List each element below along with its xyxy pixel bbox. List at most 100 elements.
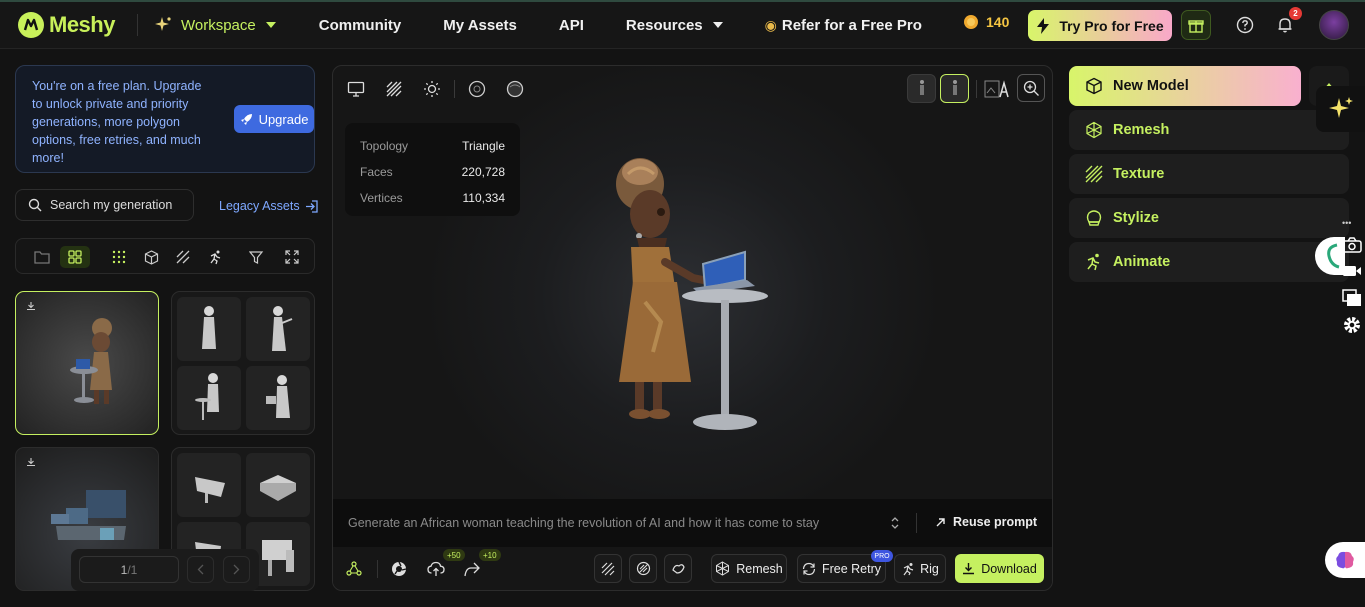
variant-thumbnail[interactable] [246, 366, 310, 430]
filter-animate-button[interactable] [204, 246, 226, 268]
aperture-icon [392, 561, 407, 576]
gift-button[interactable] [1181, 10, 1211, 40]
chevron-down-icon [265, 22, 276, 28]
nav-api[interactable]: API [559, 17, 584, 34]
nav-resources-label: Resources [625, 16, 703, 34]
filter-all-button[interactable] [108, 246, 130, 268]
share-icon [464, 562, 480, 576]
statue-icon [195, 373, 219, 420]
notification-badge: 2 [1289, 7, 1302, 20]
filter-options-button[interactable] [245, 246, 267, 268]
viewer-action-bar: +50 +10 Remesh Free Retry PRO Rig Downlo… [333, 547, 1052, 590]
variant-thumbnail[interactable] [246, 453, 310, 517]
reuse-prompt-button[interactable]: Reuse prompt [935, 515, 1037, 529]
texture-action-button[interactable] [594, 554, 622, 583]
pro-badge: PRO [871, 550, 893, 562]
chevron-left-icon [197, 564, 204, 575]
grid-view-button[interactable] [60, 246, 90, 268]
screenshot-button[interactable] [1340, 234, 1364, 256]
nav-community[interactable]: Community [319, 17, 402, 34]
display-mode-button[interactable] [344, 77, 368, 101]
download-button[interactable]: Download [955, 554, 1044, 583]
stylize-tool-label: Stylize [1113, 210, 1159, 226]
retry-icon [802, 562, 816, 575]
texture-tool-button[interactable]: Texture [1069, 154, 1349, 194]
side-toolbar-dots: ••• [1342, 218, 1352, 228]
assistant-brain-button[interactable] [1325, 542, 1365, 578]
community-share-button[interactable] [388, 558, 410, 580]
credits-display[interactable]: 140 [963, 14, 1009, 30]
download-label: Download [981, 561, 1037, 576]
animate-tool-button[interactable]: Animate [1069, 242, 1349, 282]
nav-my-assets[interactable]: My Assets [443, 17, 517, 34]
search-input[interactable]: Search my generation [15, 189, 194, 221]
texture-mode-button[interactable] [382, 77, 406, 101]
material-button[interactable] [503, 77, 527, 101]
meshy-logo[interactable]: Meshy [18, 12, 115, 38]
variant-thumbnail[interactable] [177, 453, 241, 517]
variant-thumbnail[interactable] [246, 297, 310, 361]
remesh-icon [1085, 121, 1103, 139]
upload-button[interactable] [425, 558, 447, 580]
nav-refer[interactable]: ◉ Refer for a Free Pro [765, 17, 922, 34]
prompt-text[interactable]: Generate an African woman teaching the r… [348, 516, 878, 530]
help-button[interactable] [1233, 13, 1257, 37]
page-input[interactable]: 1/1 [79, 556, 179, 583]
record-video-button[interactable] [1340, 260, 1364, 282]
running-icon [1085, 253, 1103, 271]
legacy-assets-link[interactable]: Legacy Assets [219, 199, 318, 213]
multi-view-button[interactable] [1340, 287, 1364, 309]
filter-texture-button[interactable] [172, 246, 194, 268]
filter-model-button[interactable] [140, 246, 162, 268]
animate-action-button[interactable] [664, 554, 692, 583]
desk-icon [195, 477, 225, 503]
animate-tool-label: Animate [1113, 254, 1171, 270]
zoom-button[interactable] [1017, 74, 1045, 102]
ai-assistant-button[interactable] [1316, 86, 1365, 132]
new-model-button[interactable]: New Model [1069, 66, 1301, 106]
variant-thumbnail[interactable] [177, 366, 241, 430]
rig-label: Rig [920, 561, 939, 576]
next-page-button[interactable] [223, 556, 250, 583]
expand-prompt-icon[interactable] [891, 517, 899, 529]
try-pro-label: Try Pro for Free [1059, 17, 1164, 34]
topology-button[interactable] [343, 558, 365, 580]
nav-resources[interactable]: Resources [626, 17, 723, 34]
pagination: 1/1 [71, 549, 259, 591]
try-pro-button[interactable]: Try Pro for Free [1028, 10, 1172, 41]
pose-b-button[interactable] [940, 74, 969, 103]
generation-card-selected[interactable] [15, 291, 159, 435]
divider [454, 80, 455, 98]
user-avatar[interactable] [1319, 10, 1349, 40]
pose-a-button[interactable] [907, 74, 936, 103]
settings-button[interactable] [1340, 314, 1364, 336]
stylize-tool-button[interactable]: Stylize [1069, 198, 1349, 238]
nav-workspace-label: Workspace [180, 16, 256, 34]
generation-card-variants[interactable] [171, 291, 315, 435]
stat-topology: Topology Triangle [360, 133, 505, 159]
image-reference-button[interactable] [983, 76, 1011, 102]
remesh-tool-button[interactable]: Remesh [1069, 110, 1349, 150]
uv-action-button[interactable] [629, 554, 657, 583]
divider [976, 80, 977, 98]
stat-vertices: Vertices 110,334 [360, 185, 505, 211]
nav-workspace[interactable]: Workspace [154, 16, 276, 34]
remesh-action-button[interactable]: Remesh [711, 554, 787, 583]
desk-icon [260, 475, 296, 501]
broken-image-icon [984, 80, 1009, 98]
environment-button[interactable] [465, 77, 489, 101]
rig-button[interactable]: Rig [894, 554, 946, 583]
share-button[interactable] [461, 558, 483, 580]
divider [136, 14, 138, 36]
lightning-icon [1037, 17, 1050, 34]
prev-page-button[interactable] [187, 556, 214, 583]
variant-thumbnail[interactable] [177, 297, 241, 361]
remesh-tool-label: Remesh [1113, 122, 1170, 138]
model-viewer[interactable]: Topology Triangle Faces 220,728 Vertices 11… [332, 65, 1053, 591]
divider [916, 513, 917, 533]
lighting-button[interactable] [420, 77, 444, 101]
money-bag-icon: ◉ [764, 16, 777, 33]
upgrade-button[interactable]: Upgrade [234, 105, 314, 133]
fullscreen-button[interactable] [281, 246, 303, 268]
folder-view-button[interactable] [31, 246, 53, 268]
